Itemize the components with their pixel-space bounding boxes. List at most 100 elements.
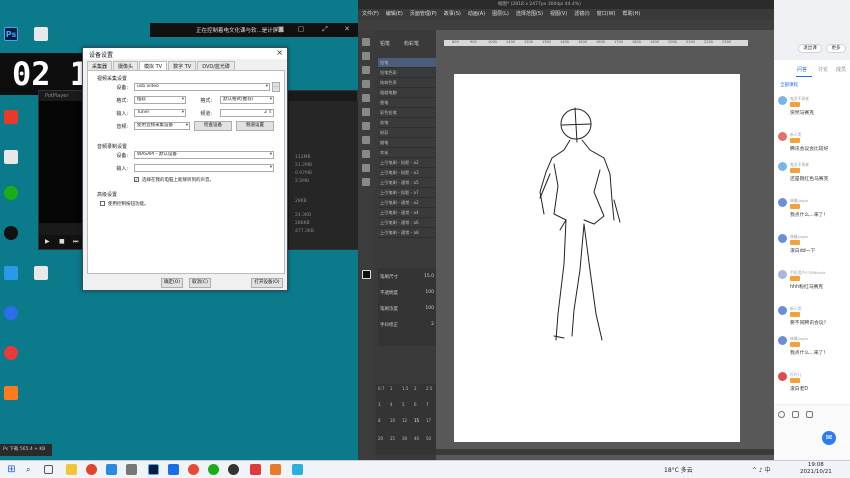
tab-qa[interactable]: 问答 [797,66,807,73]
size-label[interactable]: 40 [414,436,419,441]
subtool-tab-pastel[interactable]: 粉彩笔 [404,40,419,47]
menu-selection[interactable]: 选择范围(S) [516,9,543,20]
size-label[interactable]: 0.7 [378,386,384,391]
image-icon[interactable] [806,411,813,418]
fullscreen-icon[interactable]: ⤢ [320,25,330,34]
netease-music-taskbar-icon[interactable] [188,464,199,475]
horizontal-scrollbar[interactable] [436,449,774,455]
menu-story[interactable]: 故事(S) [444,9,461,20]
size-label[interactable]: 1.5 [402,386,408,391]
pencil-tool-icon[interactable] [362,94,370,102]
tab-camera[interactable]: 摄像头 [113,61,139,70]
list-item[interactable]: 上引笔刷 - 通常 - a2 [378,198,436,208]
list-item[interactable]: 软笔 [378,118,436,128]
list-item[interactable]: 细笔 [378,98,436,108]
subtool-tab-pencil[interactable]: 铅笔 [380,40,390,47]
channel-stepper[interactable]: 2 ⇕ [220,109,274,117]
size-label[interactable]: 12 [402,418,407,423]
netease-music-icon[interactable] [4,346,18,360]
photoshop-icon[interactable]: Ps [4,27,18,41]
list-item[interactable]: 彩色铅笔 [378,108,436,118]
channel-settings-button[interactable]: 频道设置 [236,121,274,131]
tab-discussion[interactable]: 讨论 [818,66,828,73]
qq-music-icon[interactable] [4,110,18,124]
detect-device-button[interactable]: 检查设备 [194,121,232,131]
list-item[interactable]: 蜡笔 [378,138,436,148]
qq-file-icon[interactable] [34,266,48,280]
gradient-tool-icon[interactable] [362,150,370,158]
size-label[interactable]: 1 [390,386,393,391]
tab-dvd[interactable]: DVD/蓝光碟 [197,61,235,70]
file-explorer-icon[interactable] [66,464,77,475]
list-item[interactable]: 粗糙笔触 [378,88,436,98]
app-icon[interactable] [250,464,261,475]
exit-class-button[interactable]: 退出课 [798,44,822,53]
app-icon[interactable] [292,464,303,475]
app-icon[interactable] [126,464,137,475]
start-icon[interactable]: ⊞ [6,464,17,475]
stop-icon[interactable]: ■ [59,238,65,245]
select-tool-icon[interactable] [362,66,370,74]
folder-icon[interactable] [34,27,48,41]
size-label[interactable]: 10 [390,418,395,423]
format2-select[interactable]: 默认格式(推荐) ▾ [220,96,274,104]
zoom-tool-icon[interactable] [362,52,370,60]
taskbar-clock[interactable]: 19:08 2021/10/21 [800,462,832,476]
size-label[interactable]: 6 [414,402,417,407]
menu-layer[interactable]: 图层(L) [492,9,509,20]
brush-tool-icon[interactable] [362,108,370,116]
list-item[interactable]: 纯粹色系 [378,78,436,88]
cctalk-icon[interactable] [4,306,18,320]
control-button-checkbox[interactable] [100,201,105,206]
menu-filter[interactable]: 滤镜(I) [574,9,589,20]
list-item[interactable]: 铅笔 [378,58,436,68]
stabilization-value[interactable]: 2 [431,322,434,327]
eraser-tool-icon[interactable] [362,122,370,130]
chat-icon[interactable]: ▣ [276,25,286,34]
monitor-audio-checkbox[interactable]: ✓ [134,177,139,182]
system-tray[interactable]: ^ ♪ 中 [752,465,771,474]
play-icon[interactable]: ▶ [45,238,50,245]
device-more-button[interactable]: ... [272,82,280,92]
task-view-icon[interactable] [44,465,53,474]
menu-window[interactable]: 窗口(W) [597,9,616,20]
list-item[interactable]: 粉彩 [378,128,436,138]
stepper-icon[interactable]: ⇕ [268,110,272,116]
app-icon[interactable] [106,464,117,475]
next-icon[interactable]: ⏭ [73,238,78,246]
app-icon[interactable] [168,464,179,475]
size-label[interactable]: 50 [426,436,431,441]
size-label[interactable]: 25 [390,436,395,441]
input-select[interactable]: Tuner ▾ [134,109,186,117]
search-icon[interactable]: ⌕ [26,464,37,475]
format-select[interactable]: 插软 ▾ [134,96,186,104]
size-label[interactable]: 8 [378,418,381,423]
audio-input-select[interactable]: ▾ [134,164,274,172]
cancel-button[interactable]: 取消(C) [189,278,211,288]
more-button[interactable]: 更多 [826,44,846,53]
audio-select[interactable]: 使用音频采集设备 ▾ [134,122,190,130]
list-item[interactable]: 上引笔刷 - 通常 - a8 [378,228,436,238]
size-label[interactable]: 15 [414,418,419,423]
list-item[interactable]: 木炭 [378,148,436,158]
brush-size-value[interactable]: 15.0 [424,274,434,279]
drawing-canvas[interactable] [454,74,740,442]
screen-icon[interactable]: ▢ [296,25,306,34]
app-icon[interactable] [4,266,18,280]
menu-edit[interactable]: 编辑(E) [386,9,403,20]
pen-tool-icon[interactable] [362,80,370,88]
wechat-icon[interactable] [4,186,18,200]
opacity-value[interactable]: 100 [425,290,434,295]
size-label[interactable]: 2 [414,386,417,391]
size-label[interactable]: 30 [402,436,407,441]
move-tool-icon[interactable] [362,38,370,46]
ok-button[interactable]: 确定(O) [161,278,183,288]
app-icon[interactable] [228,464,239,475]
chat-bubble-icon[interactable]: ✉ [822,431,836,445]
photoshop-taskbar-icon[interactable] [148,464,159,475]
size-label[interactable]: 20 [378,436,383,441]
menu-help[interactable]: 帮助(H) [623,9,641,20]
tab-digital-tv[interactable]: 数字 TV [168,61,197,70]
tab-analog-tv[interactable]: 模拟 TV [139,61,168,70]
tab-capture[interactable]: 采集器 [87,61,113,70]
